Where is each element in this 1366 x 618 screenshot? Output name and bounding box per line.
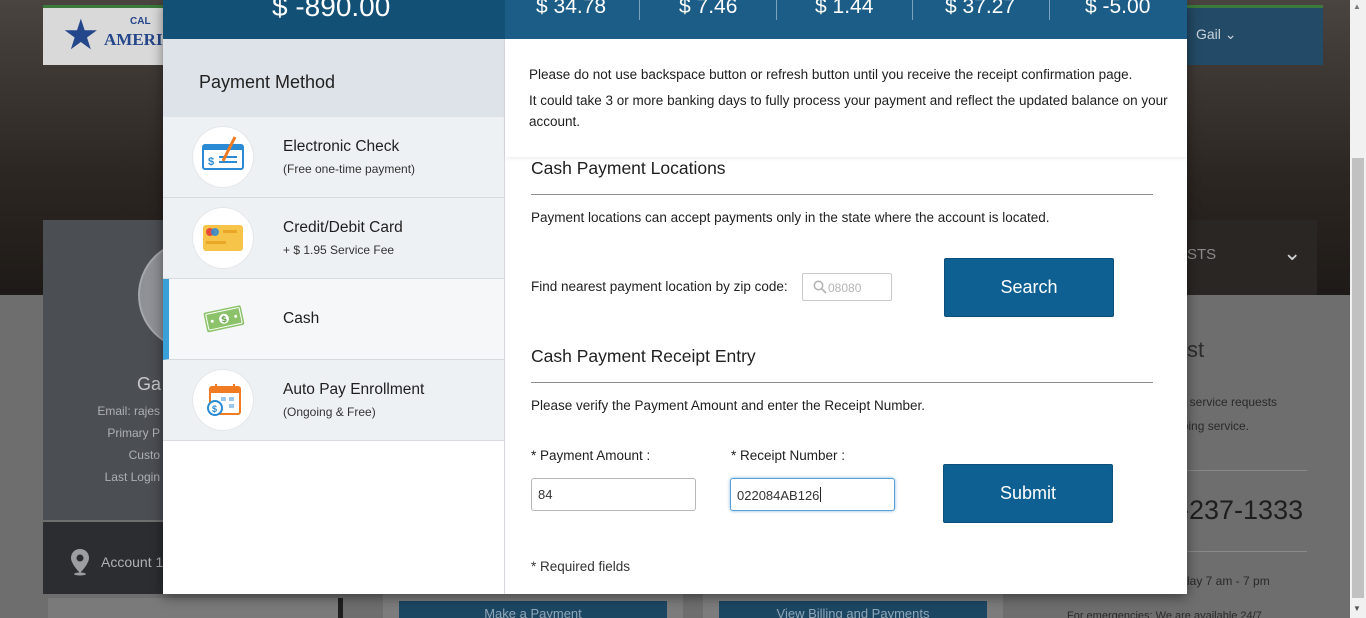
divider xyxy=(912,0,913,20)
zip-label: Find nearest payment location by zip cod… xyxy=(531,279,788,294)
background-right-panel xyxy=(1187,315,1323,618)
charge-amount: $ -5.00 xyxy=(1085,0,1151,18)
locations-title: Cash Payment Locations xyxy=(531,158,726,178)
logo-text-small: CAL xyxy=(130,16,151,27)
account-label: Account 1 xyxy=(101,554,164,570)
view-billing-button[interactable]: View Billing and Payments xyxy=(719,601,987,618)
payment-notice: Please do not use backspace button or re… xyxy=(505,39,1187,157)
cash-icon: $ xyxy=(193,289,253,349)
zip-placeholder: 08080 xyxy=(828,281,862,295)
background-phone: -237-1333 xyxy=(1180,495,1304,525)
notice-text: Please do not use backspace button or re… xyxy=(529,67,1133,82)
user-menu[interactable]: Gail ⌄ xyxy=(1196,26,1237,43)
address-bar xyxy=(48,598,343,618)
receipt-title: Cash Payment Receipt Entry xyxy=(531,346,756,366)
profile-name: Ga xyxy=(137,374,162,394)
background-hours: lay 7 am - 7 pm xyxy=(1187,574,1270,588)
payment-method-cash[interactable]: $ Cash xyxy=(163,279,504,360)
scroll-down-icon[interactable]: ▼ xyxy=(1353,604,1361,613)
payment-method-title: Credit/Debit Card xyxy=(283,219,403,236)
text-cursor xyxy=(820,487,822,502)
payment-method-subtitle: (Free one-time payment) xyxy=(283,162,416,176)
divider xyxy=(531,382,1153,383)
payment-method-electronic-check[interactable]: $ Electronic Check (Free one-time paymen… xyxy=(163,117,504,198)
receipt-number-value: 022084AB126 xyxy=(737,488,820,503)
divider xyxy=(776,0,777,20)
modal-amounts-bar: $ -890.00 $ 34.78 $ 7.46 $ 1.44 $ 37.27 … xyxy=(163,0,1187,39)
logo-text: AMERI xyxy=(104,30,163,49)
background-right-tab-label: STS xyxy=(1187,246,1217,263)
profile-customer: Custo xyxy=(128,448,160,462)
chevron-down-icon: ⌄ xyxy=(1283,240,1302,265)
divider xyxy=(531,194,1153,195)
zip-search-input[interactable]: 08080 xyxy=(802,273,892,301)
background-emergency: For emergencies: We are available 24/7 xyxy=(1067,610,1262,618)
make-payment-button[interactable]: Make a Payment xyxy=(399,601,667,618)
payment-method-title: Auto Pay Enrollment xyxy=(283,381,425,398)
required-note: * Required fields xyxy=(531,559,631,574)
receipt-number-label: * Receipt Number : xyxy=(731,448,846,463)
charge-amount: $ 7.46 xyxy=(679,0,738,18)
background-right-title: st xyxy=(1187,337,1205,362)
credit-card-icon xyxy=(193,208,253,268)
charge-amount: $ 34.78 xyxy=(536,0,607,18)
payment-method-title: Cash xyxy=(283,310,320,327)
payment-method-subtitle: + $ 1.95 Service Fee xyxy=(283,243,395,257)
profile-last-login: Last Login xyxy=(104,470,160,484)
notice-text: It could take 3 or more banking days to … xyxy=(529,93,1168,129)
charge-amount: $ 1.44 xyxy=(815,0,874,18)
divider xyxy=(1049,0,1050,20)
divider xyxy=(639,0,640,20)
payment-method-header: Payment Method xyxy=(163,39,504,117)
search-icon xyxy=(813,280,827,294)
submit-button[interactable]: Submit xyxy=(943,464,1113,523)
payment-method-subtitle: (Ongoing & Free) xyxy=(283,405,376,419)
check-icon: $ xyxy=(193,127,253,187)
profile-email: Email: rajes xyxy=(97,404,160,418)
receipt-text: Please verify the Payment Amount and ent… xyxy=(531,398,925,413)
payment-amount-field[interactable]: 84 xyxy=(531,478,696,511)
payment-method-list: Payment Method $ Electronic Check (Free … xyxy=(163,39,505,594)
search-button[interactable]: Search xyxy=(944,258,1114,317)
cash-payment-panel: Please do not use backspace button or re… xyxy=(505,39,1187,594)
total-balance-block: $ -890.00 xyxy=(163,0,505,39)
payment-amount-label: * Payment Amount : xyxy=(531,448,651,463)
svg-text:$: $ xyxy=(208,156,214,168)
user-menu-label: Gail xyxy=(1196,26,1221,42)
location-pin-icon xyxy=(71,549,89,576)
locations-text: Payment locations can accept payments on… xyxy=(531,210,1050,225)
payment-method-autopay[interactable]: $ Auto Pay Enrollment (Ongoing & Free) xyxy=(163,360,504,441)
calendar-icon: $ xyxy=(193,370,253,430)
payment-method-title: Electronic Check xyxy=(283,138,400,155)
payment-method-card[interactable]: Credit/Debit Card + $ 1.95 Service Fee xyxy=(163,198,504,279)
scroll-up-icon[interactable]: ▲ xyxy=(1353,2,1361,11)
total-balance: $ -890.00 xyxy=(272,0,391,22)
charge-amount: $ 37.27 xyxy=(945,0,1016,18)
receipt-number-field[interactable]: 022084AB126 xyxy=(730,478,895,511)
logo-star-icon: ★ xyxy=(62,11,100,58)
scrollbar-thumb[interactable] xyxy=(1352,158,1364,598)
chevron-down-icon: ⌄ xyxy=(1224,26,1237,42)
payment-method-title: Payment Method xyxy=(199,72,336,92)
payment-amount-value: 84 xyxy=(538,487,553,502)
profile-primary: Primary P xyxy=(107,426,160,440)
svg-text:$: $ xyxy=(212,404,217,414)
payment-modal: $ -890.00 $ 34.78 $ 7.46 $ 1.44 $ 37.27 … xyxy=(163,0,1187,594)
